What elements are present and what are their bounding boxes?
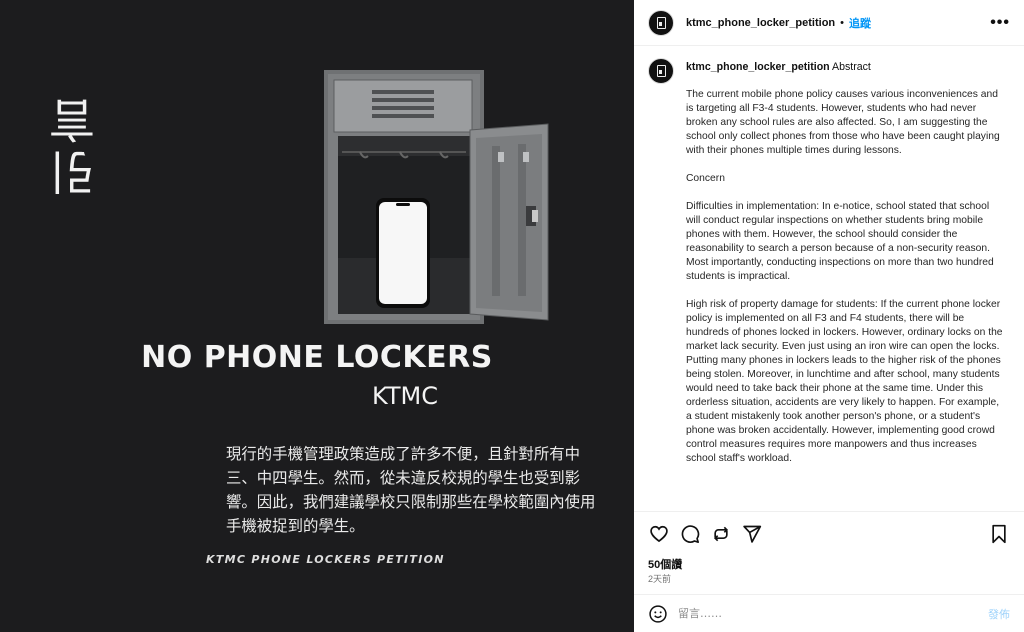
caption-username[interactable]: ktmc_phone_locker_petition — [686, 61, 830, 73]
phone-locker-illustration — [324, 70, 549, 324]
caption-first-word: Abstract — [832, 61, 871, 73]
locker-logo-icon — [656, 16, 666, 29]
comment-icon[interactable] — [679, 523, 701, 545]
action-bar — [634, 520, 1024, 548]
send-icon[interactable] — [741, 523, 763, 545]
locker-logo-icon — [656, 65, 666, 77]
follow-button[interactable]: 追蹤 — [849, 15, 871, 31]
post-comment-button[interactable]: 發佈 — [988, 606, 1010, 622]
heart-icon[interactable] — [648, 523, 670, 545]
comment-input[interactable] — [678, 607, 988, 620]
caption-paragraph: The current mobile phone policy causes v… — [686, 89, 1000, 156]
caption-paragraph: Difficulties in implementation: In e-not… — [686, 201, 994, 282]
caption-first-line: ktmc_phone_locker_petition Abstract — [686, 60, 1004, 74]
post-image: 引言 NO PHONE LOCKERS KTMC 現行的手機管理政策造成了許多不… — [0, 0, 634, 632]
post-timestamp[interactable]: 2天前 — [648, 572, 671, 585]
like-count[interactable]: 50個讚 — [648, 556, 682, 572]
caption-area[interactable]: ktmc_phone_locker_petition Abstract The … — [634, 46, 1024, 512]
separator-dot: • — [840, 16, 845, 29]
caption-avatar[interactable] — [648, 58, 674, 84]
headline: NO PHONE LOCKERS — [141, 340, 493, 375]
image-footer-caption: KTMC PHONE LOCKERS PETITION — [206, 553, 445, 566]
avatar[interactable] — [648, 9, 674, 36]
chinese-summary: 現行的手機管理政策造成了許多不便，且針對所有中三、中四學生。然而，從未違反校規的… — [226, 445, 596, 535]
comment-bar: 發佈 — [634, 594, 1024, 632]
share-icon[interactable] — [710, 523, 732, 545]
header-username[interactable]: ktmc_phone_locker_petition — [686, 17, 835, 29]
caption-paragraph: High risk of property damage for student… — [686, 299, 1003, 464]
emoji-icon[interactable] — [648, 604, 668, 624]
bookmark-icon[interactable] — [988, 523, 1010, 545]
vertical-title: 引言 — [48, 92, 102, 196]
caption-text: ktmc_phone_locker_petition Abstract The … — [686, 58, 1004, 511]
post-side-panel: ktmc_phone_locker_petition • 追蹤 ••• ktmc… — [634, 0, 1024, 632]
caption-paragraph: Concern — [686, 173, 725, 184]
post-header: ktmc_phone_locker_petition • 追蹤 ••• — [634, 0, 1024, 46]
more-options-icon[interactable]: ••• — [990, 14, 1010, 32]
